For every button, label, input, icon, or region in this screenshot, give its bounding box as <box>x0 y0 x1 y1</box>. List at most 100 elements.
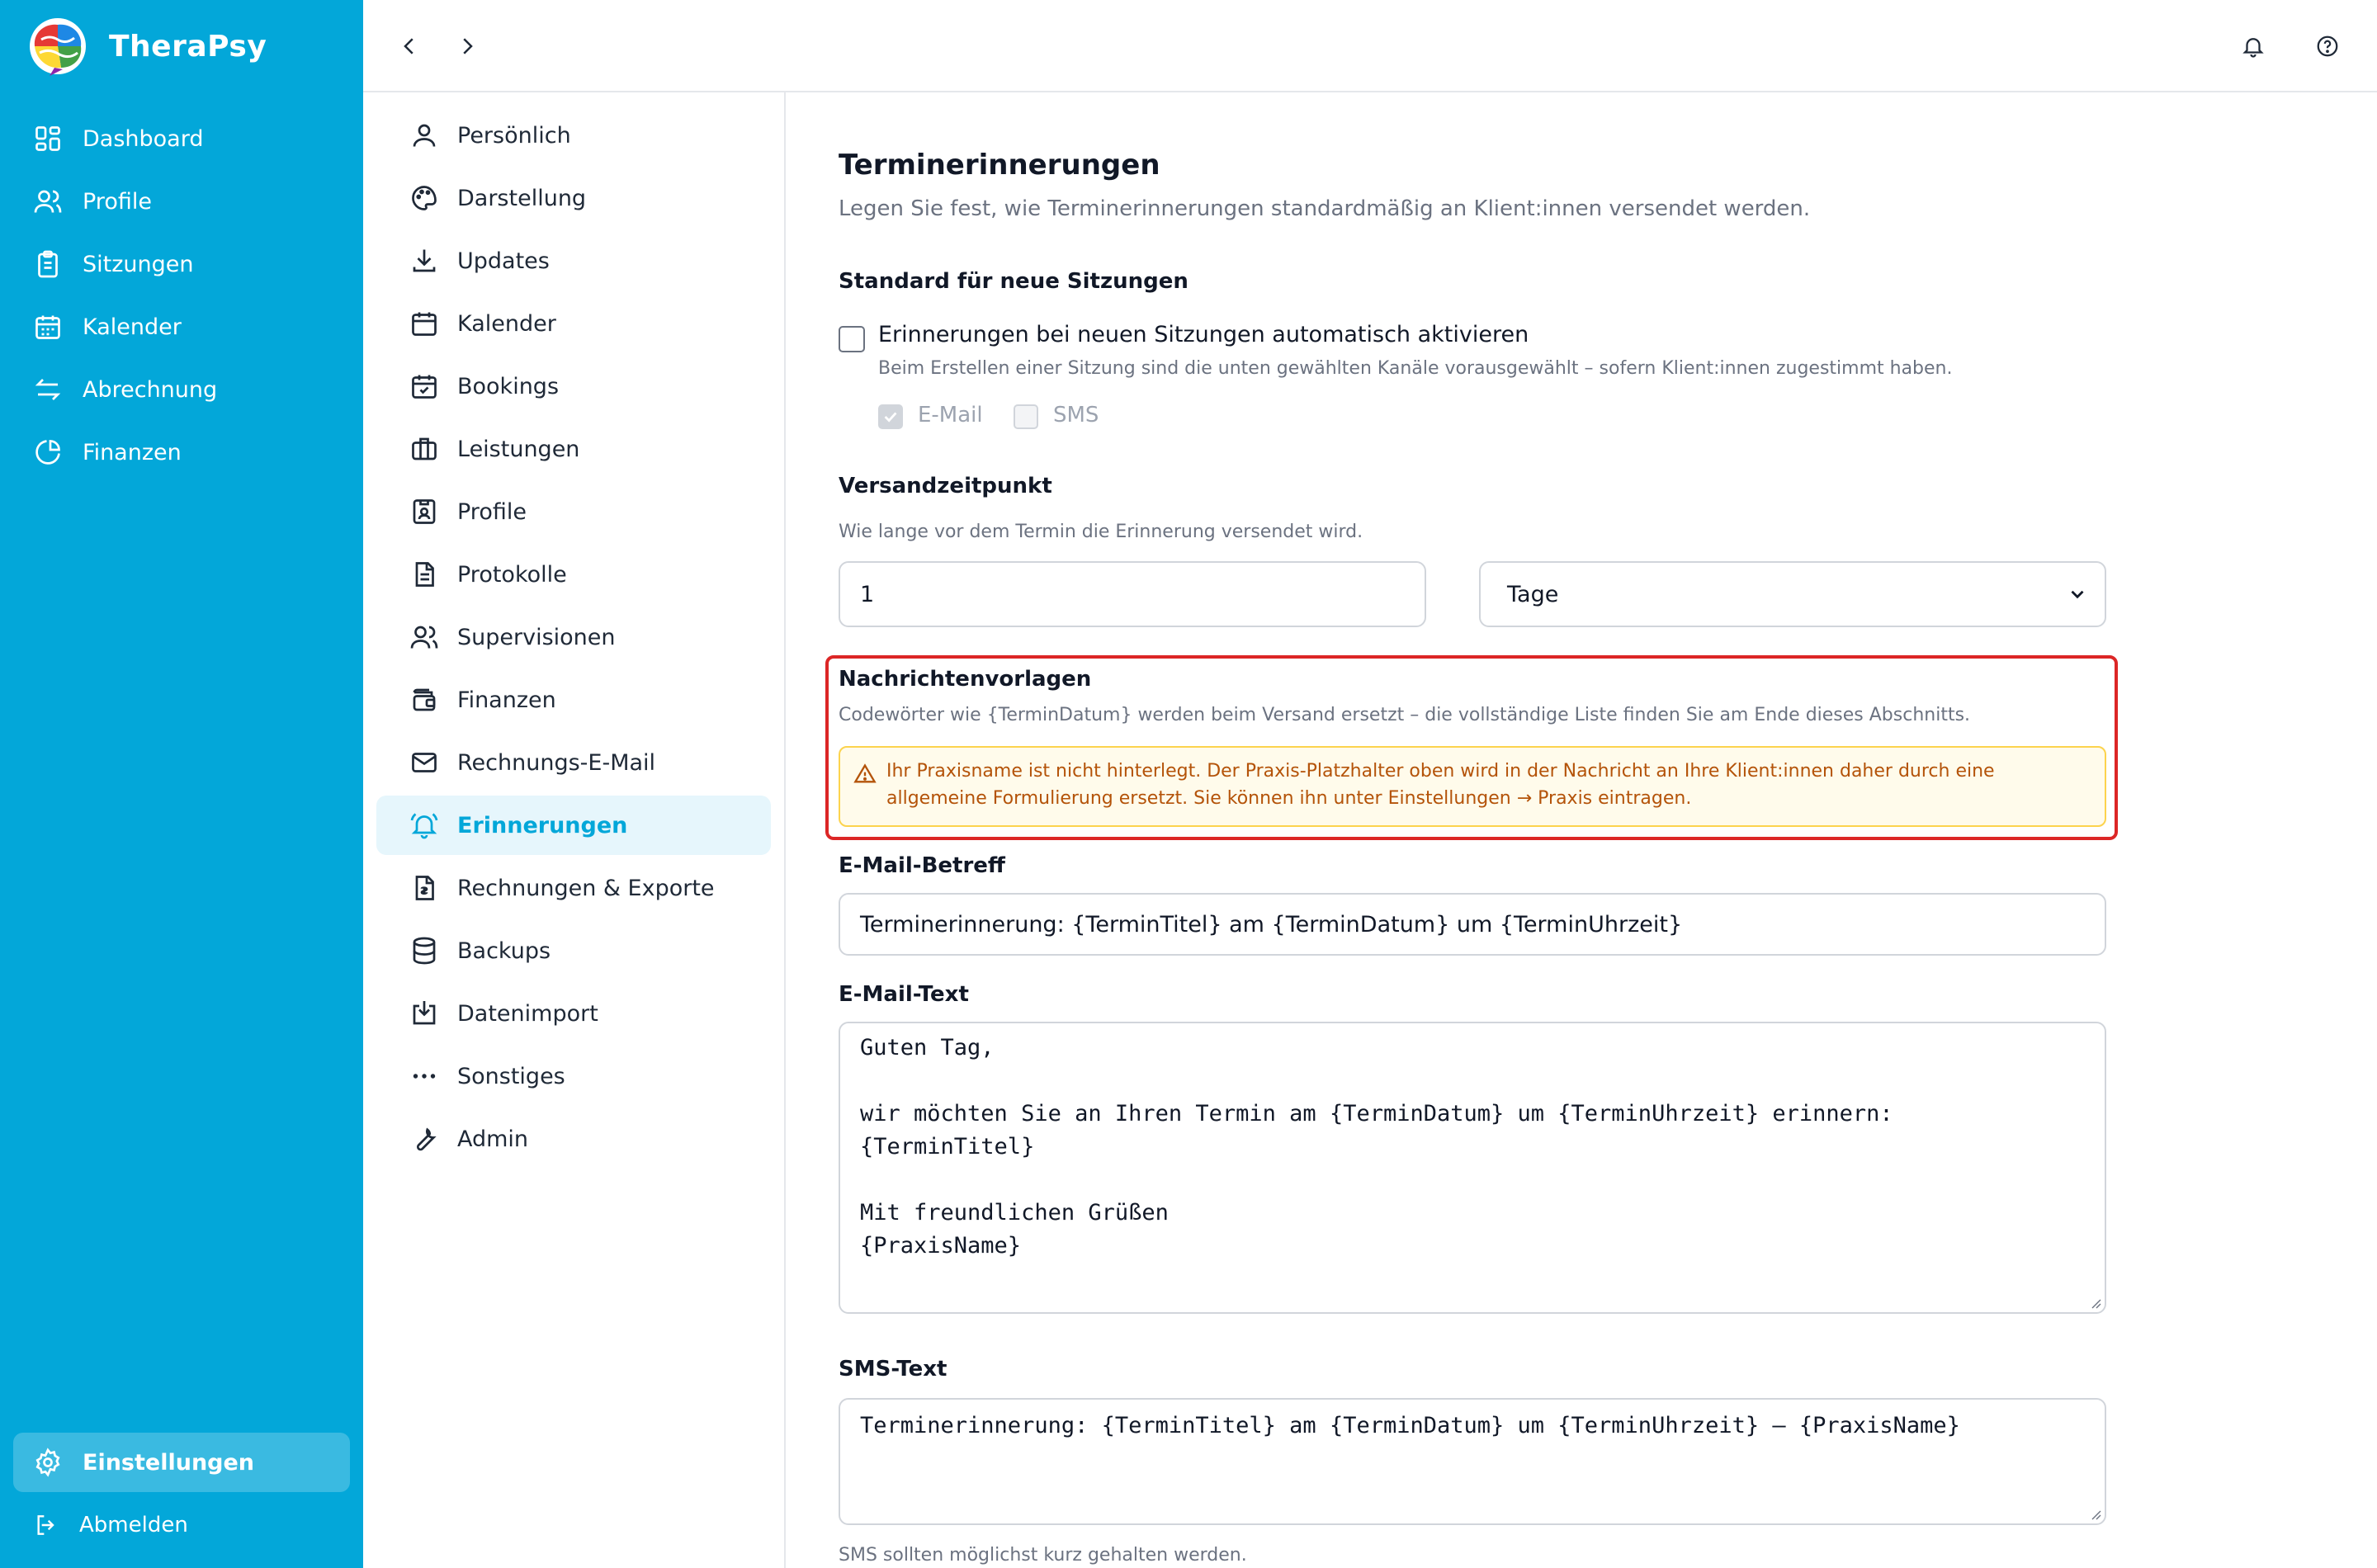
page-title: Terminerinnerungen <box>839 149 1160 182</box>
settings-item-sonstiges[interactable]: Sonstiges <box>376 1046 771 1106</box>
top-bar <box>363 0 2377 92</box>
mail-icon <box>412 753 437 772</box>
timing-value: 1 <box>860 581 875 607</box>
settings-item-kalender[interactable]: Kalender <box>376 294 771 353</box>
pie-chart-icon <box>35 440 60 465</box>
email-subject-input[interactable]: Terminerinnerung: {TerminTitel} am {Term… <box>839 893 2106 956</box>
settings-item-label: Updates <box>457 248 550 274</box>
users-icon <box>410 626 438 649</box>
templates-heading: Nachrichtenvorlagen <box>839 667 1092 692</box>
settings-item-label: Persönlich <box>457 122 571 149</box>
nav-label: Profile <box>83 188 152 215</box>
warning-triangle-icon <box>853 763 877 783</box>
settings-item-persoenlich[interactable]: Persönlich <box>376 106 771 165</box>
bell-icon <box>2242 38 2264 58</box>
settings-item-leistungen[interactable]: Leistungen <box>376 419 771 479</box>
settings-item-bookings[interactable]: Bookings <box>376 357 771 416</box>
settings-item-admin[interactable]: Admin <box>376 1109 771 1169</box>
palette-icon <box>412 186 437 210</box>
nav-label: Abrechnung <box>83 376 218 403</box>
nav-label: Dashboard <box>83 125 204 152</box>
logout-icon <box>37 1515 54 1535</box>
auto-activate-help: Beim Erstellen einer Sitzung sind die un… <box>878 358 1953 379</box>
wallet-icon <box>413 688 436 711</box>
wrench-icon <box>416 1127 437 1151</box>
warning-line-1: Ihr Praxisname ist nicht hinterlegt. Der… <box>886 761 1995 782</box>
settings-item-label: Bookings <box>457 373 560 399</box>
timing-help: Wie lange vor dem Termin die Erinnerung … <box>839 522 1363 542</box>
settings-item-label: Supervisionen <box>457 624 616 650</box>
settings-item-erinnerungen[interactable]: Erinnerungen <box>376 796 771 855</box>
settings-item-protokolle[interactable]: Protokolle <box>376 545 771 604</box>
chevron-left-icon <box>404 38 413 54</box>
invoice-icon <box>415 876 434 900</box>
bell-ring-icon <box>410 813 438 839</box>
nav-item-einstellungen[interactable]: Einstellungen <box>13 1433 350 1492</box>
nav-item-sitzungen[interactable]: Sitzungen <box>0 233 363 295</box>
email-subject-value: Terminerinnerung: {TerminTitel} am {Term… <box>860 911 1683 937</box>
settings-item-darstellung[interactable]: Darstellung <box>376 168 771 228</box>
timing-unit-select[interactable]: Tage <box>1479 561 2106 627</box>
sms-text-textarea[interactable]: Terminerinnerung: {TerminTitel} am {Term… <box>839 1398 2106 1525</box>
email-text-textarea[interactable]: Guten Tag, wir möchten Sie an Ihren Term… <box>839 1022 2106 1314</box>
sms-text-help: SMS sollten möglichst kurz gehalten werd… <box>839 1545 1247 1566</box>
app-name: TheraPsy <box>109 29 267 64</box>
user-icon <box>413 124 436 147</box>
more-horizontal-icon <box>413 1074 436 1079</box>
resize-handle-icon[interactable] <box>2088 1296 2101 1309</box>
arrows-exchange-icon <box>35 379 61 400</box>
nav-item-abrechnung[interactable]: Abrechnung <box>0 358 363 421</box>
settings-item-finanzen[interactable]: Finanzen <box>376 670 771 730</box>
sms-channel-checkbox[interactable] <box>1014 404 1038 429</box>
settings-item-label: Erinnerungen <box>457 812 628 838</box>
download-icon <box>413 249 436 272</box>
auto-activate-checkbox[interactable] <box>839 326 865 352</box>
templates-help: Codewörter wie {TerminDatum} werden beim… <box>839 705 1971 725</box>
settings-item-rechnungen-exporte[interactable]: Rechnungen & Exporte <box>376 858 771 918</box>
forward-button[interactable] <box>451 30 484 63</box>
nav-label: Sitzungen <box>83 251 194 277</box>
help-circle-icon <box>2317 35 2338 57</box>
settings-menu: Persönlich Darstellung Updates Kalender … <box>363 92 786 1568</box>
nav-label: Kalender <box>83 314 182 340</box>
users-icon <box>34 190 62 213</box>
timing-value-input[interactable]: 1 <box>839 561 1426 627</box>
settings-item-backups[interactable]: Backups <box>376 921 771 980</box>
settings-item-label: Darstellung <box>457 185 587 211</box>
logout-button[interactable]: Abmelden <box>33 1507 188 1543</box>
settings-item-datenimport[interactable]: Datenimport <box>376 984 771 1043</box>
page-subtitle: Legen Sie fest, wie Terminerinnerungen s… <box>839 196 1811 221</box>
defaults-heading: Standard für neue Sitzungen <box>839 269 1188 294</box>
back-button[interactable] <box>393 30 426 63</box>
settings-item-profile[interactable]: Profile <box>376 482 771 541</box>
nav-label: Finanzen <box>83 439 182 465</box>
settings-item-supervisionen[interactable]: Supervisionen <box>376 607 771 667</box>
sms-text-value: Terminerinnerung: {TerminTitel} am {Term… <box>860 1413 1960 1438</box>
import-icon <box>413 1001 436 1025</box>
email-channel-checkbox[interactable] <box>878 404 903 429</box>
auto-activate-label: Erinnerungen bei neuen Sitzungen automat… <box>878 322 1529 347</box>
calendar-icon <box>35 315 60 339</box>
sms-text-label: SMS-Text <box>839 1357 947 1381</box>
settings-item-label: Kalender <box>457 310 556 337</box>
email-text-value: Guten Tag, wir möchten Sie an Ihren Term… <box>860 1035 1893 1259</box>
settings-item-updates[interactable]: Updates <box>376 231 771 290</box>
resize-handle-icon[interactable] <box>2088 1507 2101 1520</box>
nav-item-kalender[interactable]: Kalender <box>0 295 363 358</box>
settings-item-rechnungs-email[interactable]: Rechnungs-E-Mail <box>376 733 771 792</box>
timing-heading: Versandzeitpunkt <box>839 474 1052 498</box>
chevron-right-icon <box>463 38 473 54</box>
help-button[interactable] <box>2311 30 2344 63</box>
nav-item-profile[interactable]: Profile <box>0 170 363 233</box>
settings-item-label: Rechnungs-E-Mail <box>457 749 656 776</box>
nav-item-finanzen[interactable]: Finanzen <box>0 421 363 484</box>
notifications-button[interactable] <box>2237 30 2270 63</box>
email-text-label: E-Mail-Text <box>839 982 969 1007</box>
gear-icon <box>35 1448 60 1477</box>
nav-item-dashboard[interactable]: Dashboard <box>0 107 363 170</box>
settings-item-label: Backups <box>457 937 551 964</box>
dashboard-icon <box>35 126 60 151</box>
check-icon <box>884 412 897 423</box>
settings-item-label: Finanzen <box>457 687 556 713</box>
brand[interactable]: TheraPsy <box>25 15 267 78</box>
